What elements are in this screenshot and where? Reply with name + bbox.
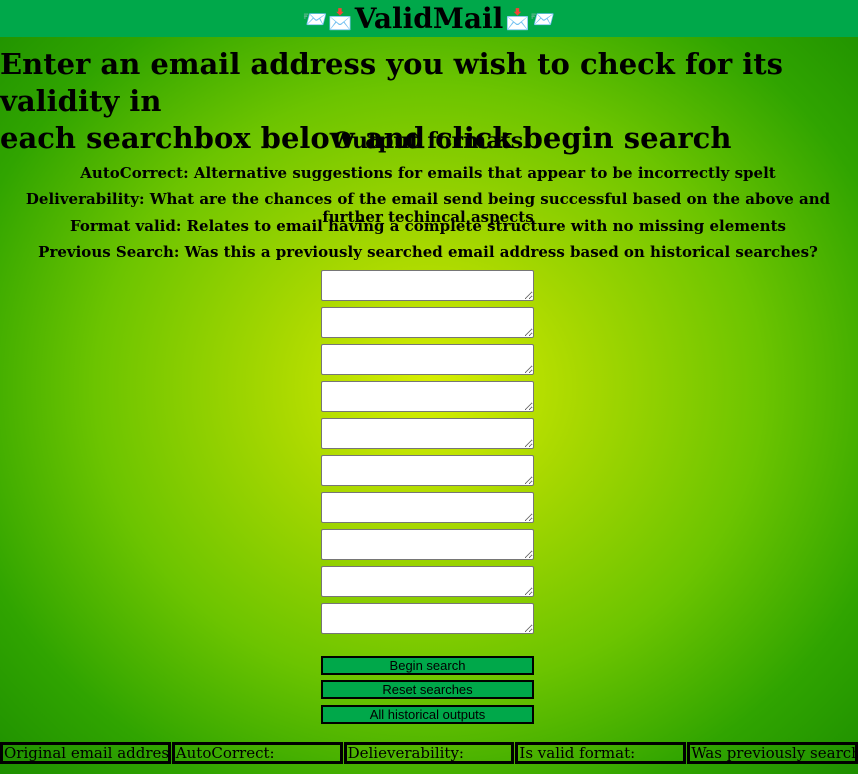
email-search-box-10[interactable]	[321, 603, 534, 634]
envelope-icon-right: 📩📨	[505, 6, 556, 31]
all-historical-outputs-button[interactable]: All historical outputs	[321, 705, 534, 724]
result-column-original-email: Original email address:	[0, 742, 171, 764]
intro-line-1: Enter an email address you wish to check…	[0, 47, 783, 118]
app-header: 📨📩 ValidMail 📩📨	[0, 0, 858, 37]
email-search-box-7[interactable]	[321, 492, 534, 523]
format-previous-search: Previous Search: Was this a previously s…	[38, 243, 818, 261]
email-search-box-4[interactable]	[321, 381, 534, 412]
search-box-list	[321, 270, 534, 640]
results-header-row: Original email address: AutoCorrect: Del…	[0, 742, 858, 764]
begin-search-button[interactable]: Begin search	[321, 656, 534, 675]
result-column-previously-searched: Was previously searched:	[687, 742, 858, 764]
format-autocorrect: AutoCorrect: Alternative suggestions for…	[80, 164, 776, 182]
email-search-box-9[interactable]	[321, 566, 534, 597]
result-column-valid-format: Is valid format:	[515, 742, 687, 764]
format-valid: Format valid: Relates to email having a …	[70, 217, 786, 235]
envelope-icon-left: 📨📩	[302, 6, 353, 31]
email-search-box-1[interactable]	[321, 270, 534, 301]
result-column-autocorrect: AutoCorrect:	[171, 742, 343, 764]
email-search-box-2[interactable]	[321, 307, 534, 338]
email-search-box-3[interactable]	[321, 344, 534, 375]
output-formats-heading: Output formats	[332, 128, 524, 154]
email-search-box-6[interactable]	[321, 455, 534, 486]
result-column-deliverability: Delieverability:	[343, 742, 515, 764]
reset-searches-button[interactable]: Reset searches	[321, 680, 534, 699]
app-title: ValidMail	[354, 2, 504, 35]
email-search-box-8[interactable]	[321, 529, 534, 560]
email-search-box-5[interactable]	[321, 418, 534, 449]
